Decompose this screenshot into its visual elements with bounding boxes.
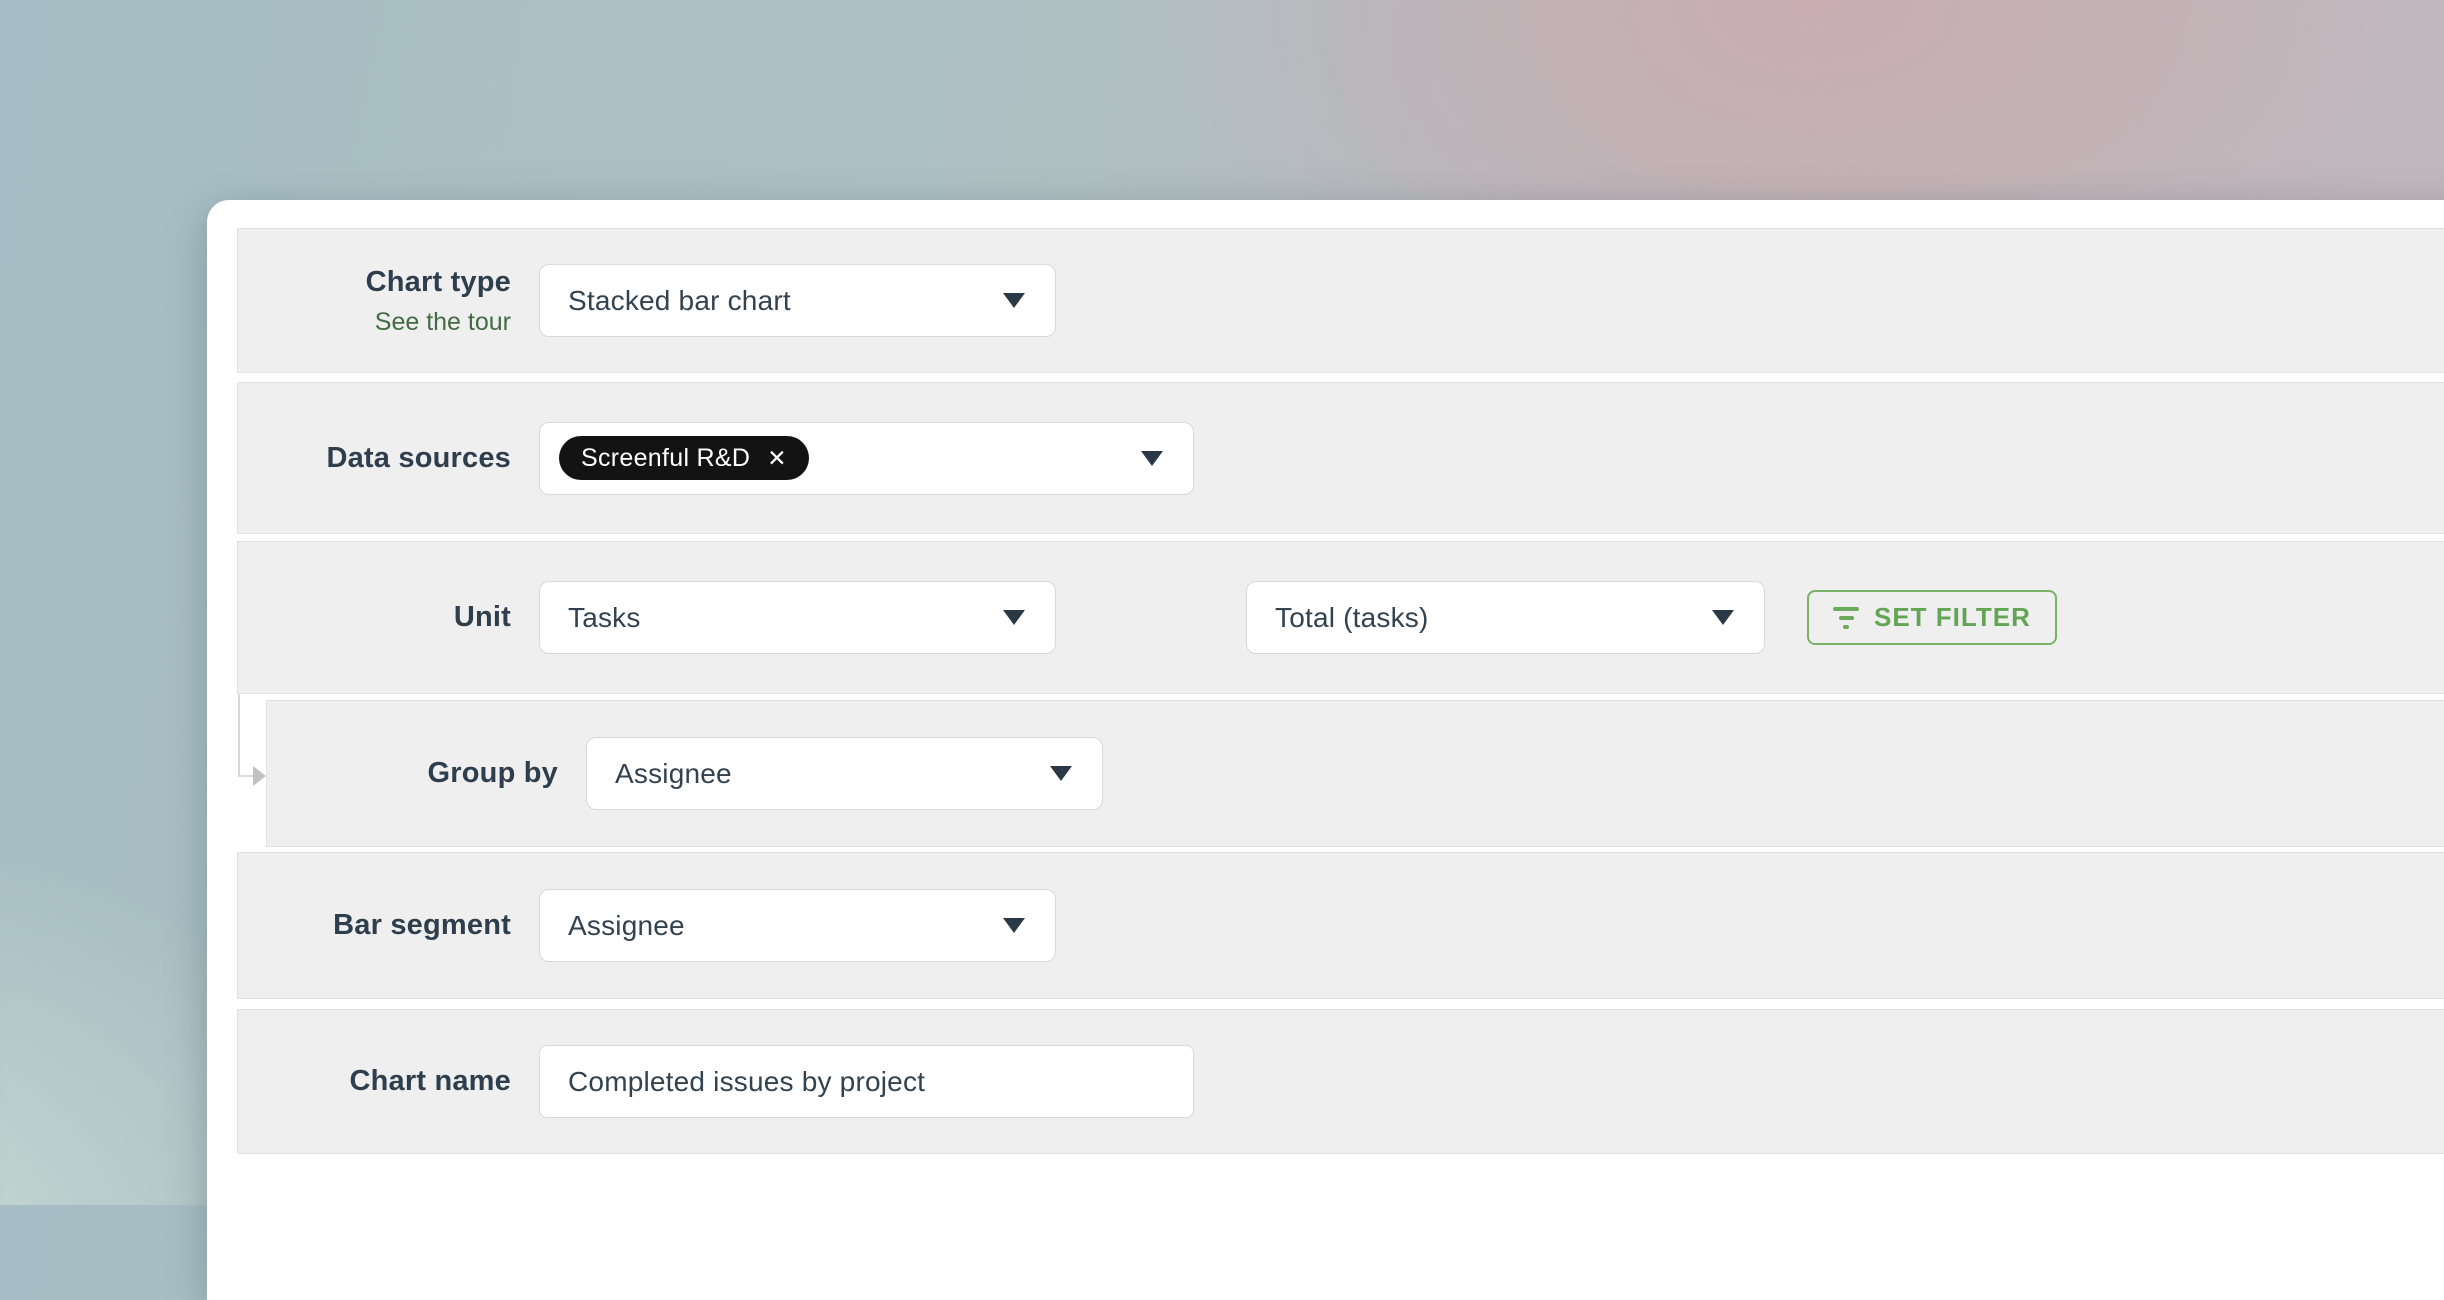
see-the-tour-link[interactable]: See the tour [375,308,511,337]
unit-label: Unit [454,599,511,635]
unit-dropdown[interactable]: Tasks [539,581,1056,654]
caret-down-icon [1003,610,1025,625]
aggregation-dropdown[interactable]: Total (tasks) [1246,581,1765,654]
arrow-right-icon [253,766,266,786]
bar-segment-dropdown[interactable]: Assignee [539,889,1056,962]
chart-name-input[interactable] [539,1045,1194,1118]
chart-type-label: Chart type [366,264,511,300]
row-bar-segment: Bar segment Assignee [237,852,2444,999]
data-sources-dropdown[interactable]: Screenful R&D ✕ [539,422,1194,495]
data-sources-label: Data sources [326,440,511,476]
data-sources-label-group: Data sources [238,440,511,476]
group-by-label-group: Group by [267,755,558,791]
chart-name-label: Chart name [349,1063,511,1099]
chart-type-dropdown[interactable]: Stacked bar chart [539,264,1056,337]
remove-icon[interactable]: ✕ [767,445,787,472]
group-by-value: Assignee [615,758,732,790]
set-filter-button[interactable]: SET FILTER [1807,590,2057,645]
unit-value: Tasks [568,602,641,634]
bar-segment-label-group: Bar segment [238,907,511,943]
caret-down-icon [1050,766,1072,781]
data-source-chip: Screenful R&D ✕ [559,436,809,480]
chart-name-label-group: Chart name [238,1063,511,1099]
set-filter-label: SET FILTER [1874,602,2031,633]
row-chart-name: Chart name [237,1009,2444,1154]
filter-icon [1833,607,1859,629]
group-by-connector-line [238,694,240,777]
bar-segment-label: Bar segment [333,907,511,943]
chart-type-value: Stacked bar chart [568,285,791,317]
caret-down-icon [1141,451,1163,466]
data-source-chip-label: Screenful R&D [581,444,750,473]
row-unit: Unit Tasks Total (tasks) SET FILTER [237,541,2444,694]
bar-segment-value: Assignee [568,910,685,942]
aggregation-value: Total (tasks) [1275,602,1429,634]
caret-down-icon [1712,610,1734,625]
group-by-label: Group by [428,755,559,791]
row-data-sources: Data sources Screenful R&D ✕ [237,382,2444,534]
caret-down-icon [1003,293,1025,308]
chart-editor-card: Chart type See the tour Stacked bar char… [207,200,2444,1300]
group-by-dropdown[interactable]: Assignee [586,737,1103,810]
unit-label-group: Unit [238,599,511,635]
row-chart-type: Chart type See the tour Stacked bar char… [237,228,2444,373]
chart-type-label-group: Chart type See the tour [238,264,511,336]
caret-down-icon [1003,918,1025,933]
row-group-by: Group by Assignee [266,700,2444,847]
